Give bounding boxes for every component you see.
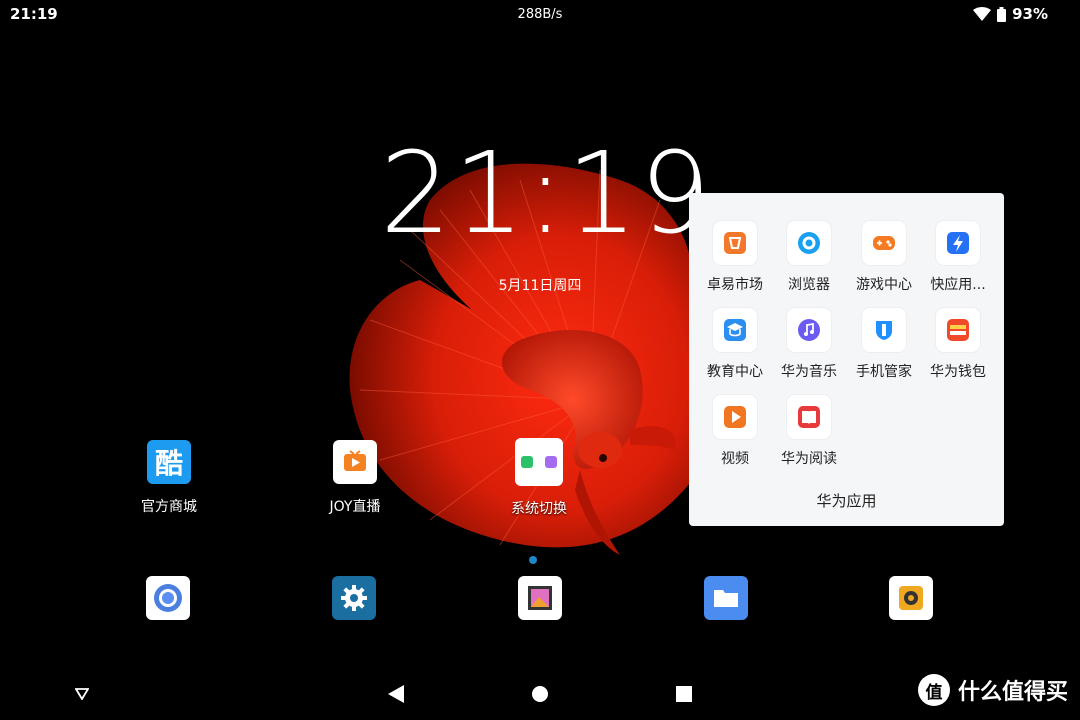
folder-app-label: 卓易市场 [707,277,763,293]
folder-app-market[interactable]: 卓易市场 [697,221,773,294]
status-bar: 21:19 288B/s 93% [0,0,1080,30]
watermark-text: 什么值得买 [957,680,1068,705]
folder-app-label: 教育中心 [707,364,763,380]
folder-app-label: 快应用... [930,277,986,293]
gallery-icon[interactable] [518,576,562,620]
live-icon [333,440,377,484]
settings-gear-icon[interactable] [332,576,376,620]
folder-app-music[interactable]: 华为音乐 [771,308,847,381]
education-icon [713,308,757,352]
battery-level: 93% [1012,5,1048,23]
video-icon [713,395,757,439]
app-system-switch[interactable]: 系统切换 [479,438,599,518]
app-joy-live[interactable]: JOY直播 [295,440,415,516]
folder-app-label: 华为钱包 [930,364,986,380]
folder-app-label: 华为音乐 [781,364,837,380]
wallet-icon [936,308,980,352]
folder-title[interactable]: 华为应用 [689,490,1004,511]
app-label: 系统切换 [511,501,567,517]
home-icon[interactable] [528,682,552,706]
clock-time[interactable]: 21:19 [380,138,711,250]
folder-app-label: 华为阅读 [781,451,837,467]
music-icon [787,308,831,352]
folder-app-video[interactable]: 视频 [697,395,773,468]
app-label: 官方商城 [141,499,197,515]
wifi-icon [973,7,992,21]
store-icon: 酷 [147,440,191,484]
battery-icon [997,6,1007,22]
folder-app-wallet[interactable]: 华为钱包 [920,308,996,381]
app-label: JOY直播 [329,499,381,515]
folder-app-browser[interactable]: 浏览器 [771,221,847,294]
clock-date[interactable]: 5月11日周四 [440,275,640,295]
folder-app-label: 游戏中心 [856,277,912,293]
game-icon [862,221,906,265]
folder-app-reading[interactable]: 华为阅读 [771,395,847,468]
page-indicator [529,556,537,564]
reading-icon [787,395,831,439]
folder-huawei-apps[interactable]: 卓易市场 浏览器 游戏中心 快应用... 教育中心 华为音乐 手机管家 华为钱包… [689,193,1004,526]
folder-app-quick-app[interactable]: 快应用... [920,221,996,294]
folder-app-label: 浏览器 [788,277,830,293]
camera-icon[interactable] [889,576,933,620]
folder-app-education[interactable]: 教育中心 [697,308,773,381]
status-right: 93% [973,5,1048,23]
folder-app-label: 视频 [721,451,749,467]
folder-app-label: 手机管家 [856,364,912,380]
recents-icon[interactable] [672,682,696,706]
folder-app-phone-manager[interactable]: 手机管家 [846,308,922,381]
app-official-store[interactable]: 酷 官方商城 [109,440,229,516]
files-folder-icon[interactable] [704,576,748,620]
collapse-icon[interactable] [70,682,94,706]
phone-manager-icon [862,308,906,352]
quick-app-icon [936,221,980,265]
market-icon [713,221,757,265]
browser-icon [787,221,831,265]
chrome-browser-icon[interactable] [146,576,190,620]
network-speed: 288B/s [517,7,563,22]
watermark-logo: 值 [917,674,950,706]
system-switch-icon [515,438,563,486]
folder-app-game-center[interactable]: 游戏中心 [846,221,922,294]
back-icon[interactable] [384,682,408,706]
watermark: 值 什么值得买 [917,674,1068,706]
